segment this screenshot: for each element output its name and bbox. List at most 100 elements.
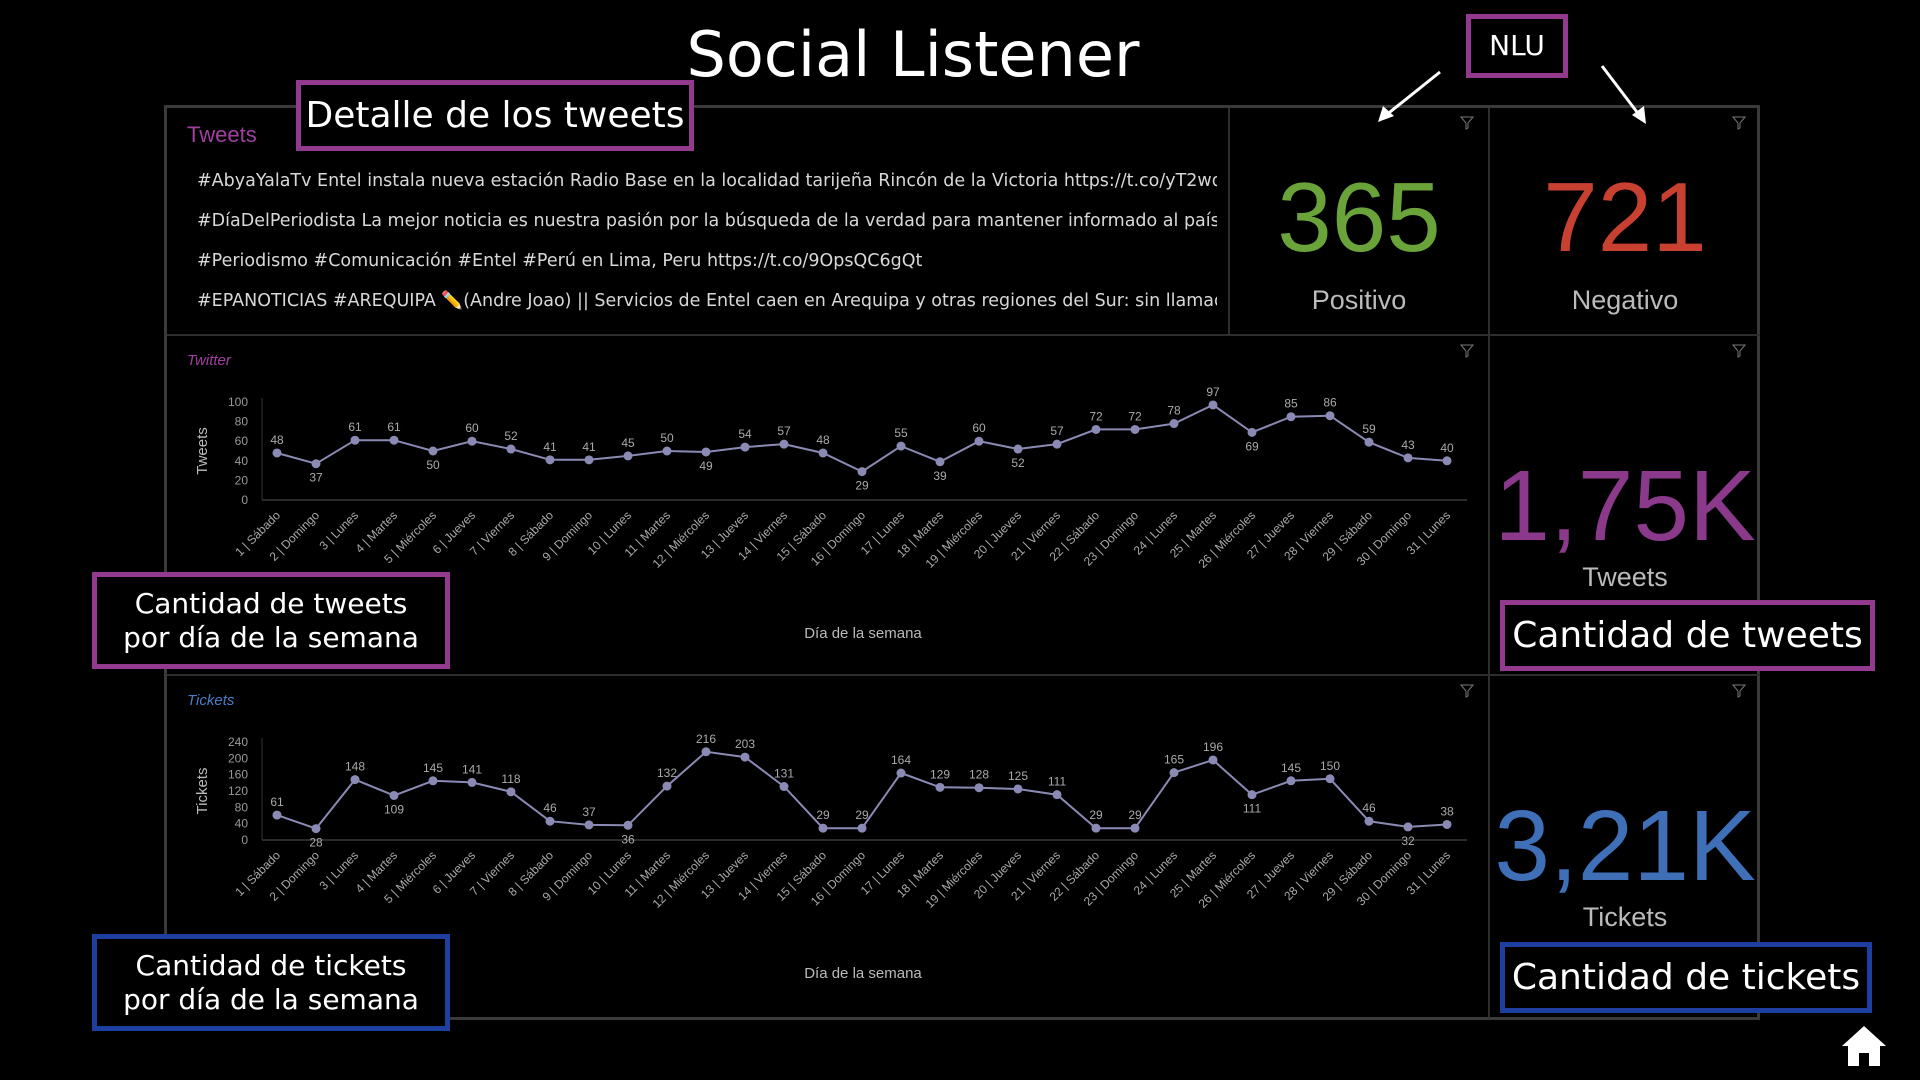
data-point[interactable] (1091, 823, 1101, 833)
data-point[interactable] (428, 776, 438, 786)
data-point[interactable] (896, 441, 906, 451)
data-point[interactable] (818, 823, 828, 833)
data-point[interactable] (1208, 400, 1218, 410)
data-point[interactable] (974, 436, 984, 446)
detalle-callout: Detalle de los tweets (296, 80, 694, 151)
data-point[interactable] (1130, 424, 1140, 434)
y-tick-label: 200 (228, 751, 248, 765)
data-point[interactable] (1247, 427, 1257, 437)
data-point[interactable] (1442, 456, 1452, 466)
data-point[interactable] (779, 782, 789, 792)
data-label: 54 (738, 427, 752, 441)
y-axis-label: Tweets (194, 427, 211, 475)
data-point[interactable] (857, 823, 867, 833)
data-point[interactable] (467, 436, 477, 446)
data-point[interactable] (1208, 755, 1218, 765)
data-label: 128 (969, 768, 989, 782)
data-point[interactable] (1325, 774, 1335, 784)
tweets-total-value: 1,75K (1494, 450, 1756, 562)
data-label: 60 (465, 421, 479, 435)
data-point[interactable] (779, 439, 789, 449)
data-point[interactable] (584, 455, 594, 465)
data-point[interactable] (1364, 437, 1374, 447)
data-point[interactable] (1091, 424, 1101, 434)
data-point[interactable] (818, 448, 828, 458)
data-point[interactable] (1442, 819, 1452, 829)
data-label: 61 (387, 420, 401, 434)
data-label: 46 (1362, 801, 1376, 815)
data-point[interactable] (1286, 776, 1296, 786)
data-point[interactable] (584, 820, 594, 830)
data-label: 36 (621, 832, 635, 846)
data-point[interactable] (896, 768, 906, 778)
data-point[interactable] (272, 810, 282, 820)
data-point[interactable] (1403, 453, 1413, 463)
data-point[interactable] (1013, 784, 1023, 794)
data-point[interactable] (350, 435, 360, 445)
data-point[interactable] (1130, 823, 1140, 833)
data-point[interactable] (701, 447, 711, 457)
data-label: 165 (1164, 753, 1184, 767)
data-point[interactable] (740, 442, 750, 452)
data-point[interactable] (1052, 790, 1062, 800)
data-label: 132 (657, 766, 677, 780)
data-point[interactable] (428, 446, 438, 456)
data-point[interactable] (506, 787, 516, 797)
data-label: 41 (582, 440, 596, 454)
data-label: 57 (1050, 424, 1064, 438)
data-point[interactable] (389, 790, 399, 800)
home-icon[interactable] (1840, 1022, 1888, 1070)
data-point[interactable] (1013, 444, 1023, 454)
data-point[interactable] (506, 444, 516, 454)
y-tick-label: 240 (228, 735, 248, 749)
data-point[interactable] (1169, 768, 1179, 778)
y-axis-label: Tickets (194, 768, 211, 815)
data-label: 61 (270, 795, 284, 809)
data-point[interactable] (1286, 412, 1296, 422)
data-point[interactable] (740, 752, 750, 762)
data-label: 60 (972, 421, 986, 435)
data-label: 41 (543, 440, 557, 454)
data-point[interactable] (311, 824, 321, 834)
data-point[interactable] (935, 782, 945, 792)
data-point[interactable] (1403, 822, 1413, 832)
filter-icon[interactable] (1732, 684, 1746, 698)
data-point[interactable] (467, 777, 477, 787)
tweet-list[interactable]: #AbyaYalaTv Entel instala nueva estación… (197, 170, 1217, 330)
tweet-item[interactable]: #AbyaYalaTv Entel instala nueva estación… (197, 170, 1217, 210)
data-point[interactable] (545, 816, 555, 826)
data-label: 61 (348, 420, 362, 434)
data-label: 29 (1089, 808, 1103, 822)
data-point[interactable] (662, 446, 672, 456)
data-label: 150 (1320, 759, 1340, 773)
data-point[interactable] (545, 455, 555, 465)
tweet-item[interactable]: #Periodismo #Comunicación #Entel #Perú e… (197, 250, 1217, 290)
data-point[interactable] (662, 781, 672, 791)
data-point[interactable] (623, 451, 633, 461)
data-point[interactable] (311, 459, 321, 469)
data-point[interactable] (1325, 411, 1335, 421)
tweet-item[interactable]: #DíaDelPeriodista La mejor noticia es nu… (197, 210, 1217, 250)
tickets-total-callout: Cantidad de tickets (1500, 942, 1872, 1013)
data-point[interactable] (701, 747, 711, 757)
data-point[interactable] (389, 435, 399, 445)
tweet-item[interactable]: #EPANOTICIAS #AREQUIPA ✏️(Andre Joao) ||… (197, 290, 1217, 330)
y-tick-label: 160 (228, 768, 248, 782)
x-axis-label: Día de la semana (804, 625, 922, 642)
data-label: 72 (1128, 409, 1142, 423)
filter-icon[interactable] (1732, 116, 1746, 130)
data-point[interactable] (857, 467, 867, 477)
data-point[interactable] (1169, 419, 1179, 429)
dashboard: Tweets #AbyaYalaTv Entel instala nueva e… (164, 105, 1760, 1020)
data-point[interactable] (1052, 439, 1062, 449)
positive-count: 365 (1277, 162, 1441, 272)
data-label: 29 (855, 808, 869, 822)
data-point[interactable] (623, 820, 633, 830)
data-point[interactable] (935, 457, 945, 467)
data-point[interactable] (1364, 816, 1374, 826)
filter-icon[interactable] (1732, 344, 1746, 358)
data-point[interactable] (350, 775, 360, 785)
data-point[interactable] (272, 448, 282, 458)
data-point[interactable] (1247, 790, 1257, 800)
data-point[interactable] (974, 783, 984, 793)
